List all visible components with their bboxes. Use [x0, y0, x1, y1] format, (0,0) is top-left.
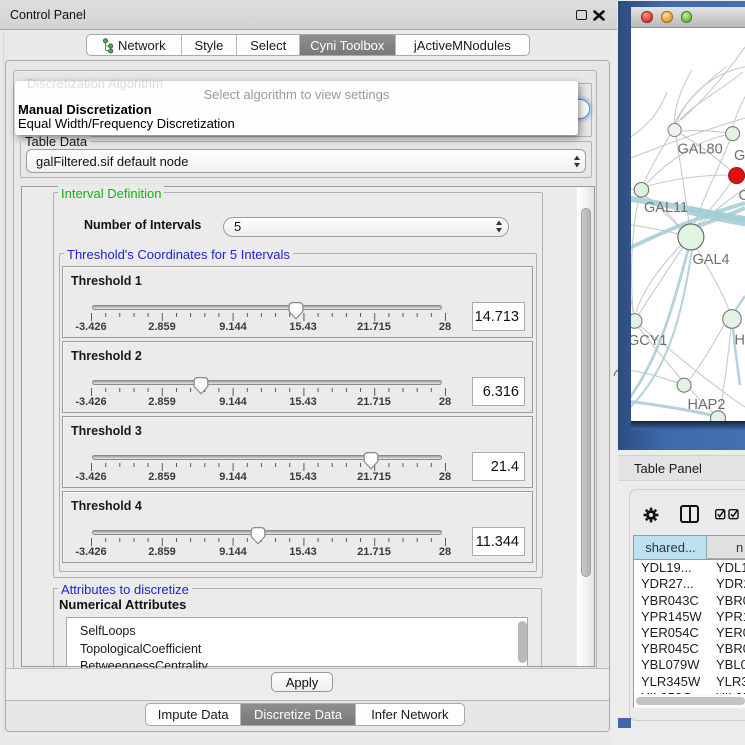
svg-text:GAL4: GAL4	[693, 252, 730, 268]
svg-text:GCY1: GCY1	[631, 333, 668, 349]
svg-text:HAP2: HAP2	[688, 397, 726, 413]
svg-text:C: C	[739, 188, 745, 204]
svg-text:GA: GA	[734, 148, 745, 164]
svg-text:GAL80: GAL80	[678, 142, 723, 158]
svg-text:H: H	[735, 333, 745, 349]
svg-text:GAL11: GAL11	[644, 200, 688, 216]
